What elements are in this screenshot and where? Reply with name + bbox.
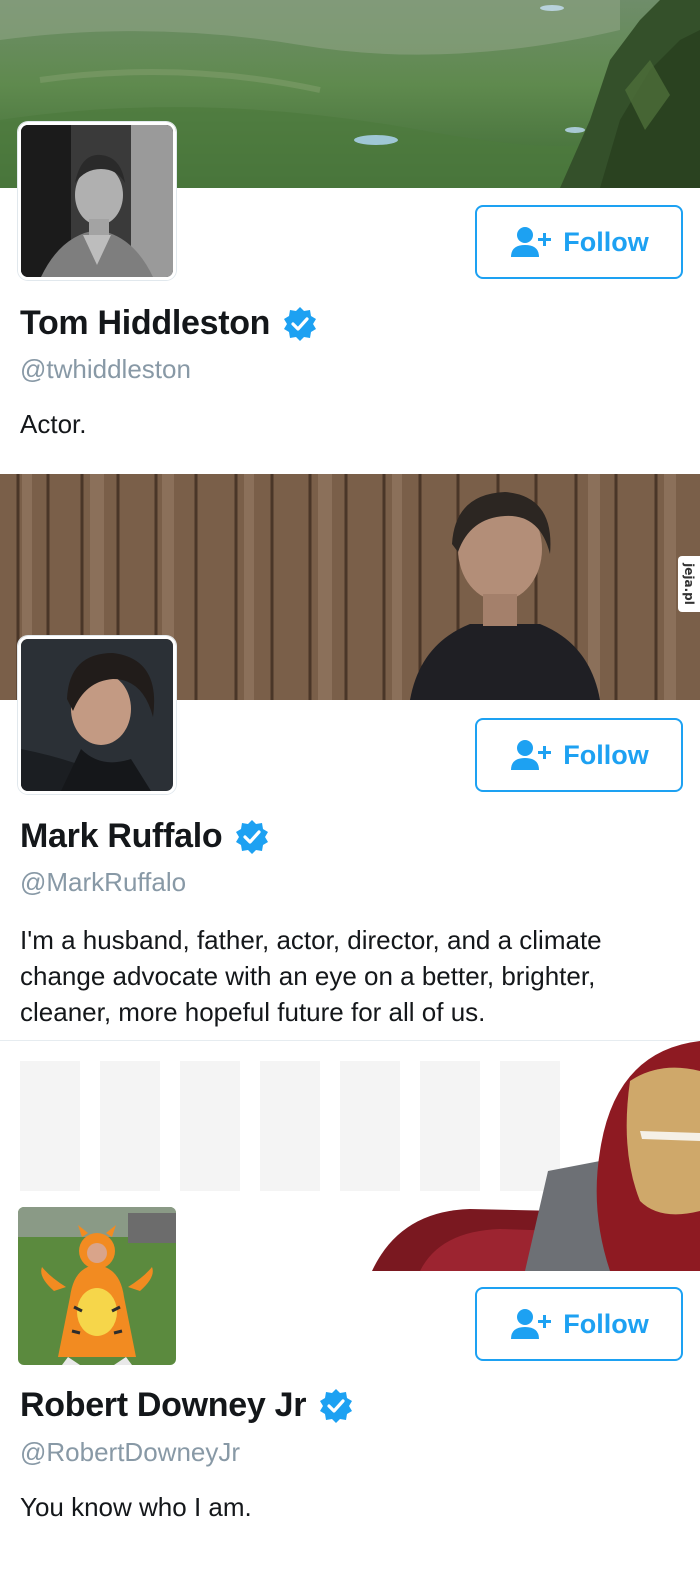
follow-button-label: Follow xyxy=(563,739,649,770)
follow-button[interactable]: Follow xyxy=(475,718,683,792)
avatar-photo xyxy=(21,639,173,791)
follow-button[interactable]: Follow xyxy=(475,1287,683,1361)
username-handle[interactable]: @twhiddleston xyxy=(20,354,191,385)
display-name: Mark Ruffalo xyxy=(20,817,223,855)
profile-card-tom-hiddleston: Follow Tom Hiddleston @twhiddleston Acto… xyxy=(0,0,700,474)
display-name: Tom Hiddleston xyxy=(20,304,271,342)
profile-bio: I'm a husband, father, actor, director, … xyxy=(20,925,602,1027)
profile-card-robert-downey-jr: Follow Robert Downey Jr @RobertDowneyJr … xyxy=(0,1041,700,1584)
add-user-icon xyxy=(511,1309,552,1339)
follow-button-label: Follow xyxy=(563,226,649,257)
verified-badge-icon xyxy=(236,819,269,854)
watermark-logo: jeja.pl xyxy=(678,556,700,612)
avatar[interactable] xyxy=(18,636,176,794)
avatar[interactable] xyxy=(18,122,176,280)
name-row: Mark Ruffalo xyxy=(20,817,270,856)
username-handle[interactable]: @MarkRuffalo xyxy=(20,867,186,898)
avatar[interactable] xyxy=(18,1207,176,1365)
verified-badge-icon xyxy=(284,306,317,341)
avatar-photo xyxy=(21,125,173,277)
username-handle[interactable]: @RobertDowneyJr xyxy=(20,1437,240,1468)
watermark-text: jeja.pl xyxy=(682,563,697,605)
name-row: Robert Downey Jr xyxy=(20,1386,354,1425)
avatar-photo xyxy=(18,1207,176,1365)
follow-button[interactable]: Follow xyxy=(475,205,683,279)
add-user-icon xyxy=(511,227,552,257)
verified-badge-icon xyxy=(320,1388,353,1423)
profile-bio: You know who I am. xyxy=(20,1492,252,1522)
follow-button-label: Follow xyxy=(563,1308,649,1339)
add-user-icon xyxy=(511,740,552,770)
name-row: Tom Hiddleston xyxy=(20,304,318,343)
display-name: Robert Downey Jr xyxy=(20,1386,307,1424)
profile-card-mark-ruffalo: Follow Mark Ruffalo @MarkRuffalo I'm a h… xyxy=(0,474,700,1040)
profile-bio: Actor. xyxy=(20,409,87,439)
